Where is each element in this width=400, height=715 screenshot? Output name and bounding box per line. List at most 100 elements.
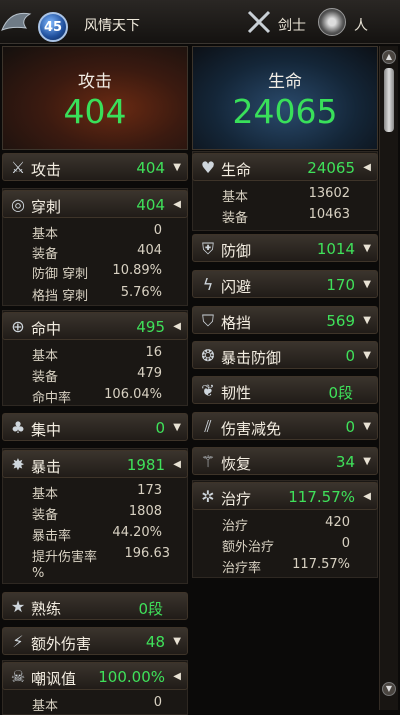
stat-detail-row: 基本 0: [32, 695, 162, 714]
expand-arrow-icon[interactable]: ▼: [363, 315, 371, 326]
stat-row-threat[interactable]: ☠ 嘲讽值 100.00% ◀: [2, 662, 188, 690]
stat-detail-row: 治疗 420: [222, 515, 350, 534]
stat-label: 闪避: [221, 278, 252, 296]
expand-arrow-icon[interactable]: ▼: [363, 350, 371, 361]
pierce-icon: ◎: [11, 195, 25, 214]
stat-label: 恢复: [221, 455, 252, 473]
stat-row-focus[interactable]: ♣ 集中 0 ▼: [2, 413, 188, 441]
stat-label: 治疗: [221, 490, 252, 508]
attack-summary-label: 攻击: [78, 72, 112, 92]
stat-label: 防御: [221, 242, 252, 260]
dodge-icon: ϟ: [202, 275, 214, 294]
stat-row-defense[interactable]: ⛨ 防御 1014 ▼: [192, 234, 378, 262]
recovery-icon: ⚚: [200, 452, 216, 471]
stat-row-block[interactable]: ⛉ 格挡 569 ▼: [192, 306, 378, 334]
stat-row-extra-damage[interactable]: ⚡ 额外伤害 48 ▼: [2, 627, 188, 655]
stat-label: 穿刺: [31, 198, 62, 216]
stat-value: 0段: [138, 600, 163, 618]
stat-row-critical[interactable]: ✸ 暴击 1981 ◀: [2, 450, 188, 478]
expand-arrow-icon[interactable]: ▼: [363, 279, 371, 290]
expand-arrow-icon[interactable]: ▼: [173, 162, 181, 173]
stat-label: 额外伤害: [31, 635, 92, 653]
stat-label: 攻击: [31, 161, 62, 179]
stat-detail-row: 格挡 穿刺 5.76%: [32, 285, 162, 304]
stat-label: 暴击防御: [221, 349, 282, 367]
stat-value: 569: [326, 312, 355, 330]
stat-label: 集中: [31, 421, 62, 439]
stat-value: 1014: [316, 240, 355, 258]
stat-value: 404: [136, 159, 165, 177]
character-header: 45 风情天下 剑士 人: [0, 0, 400, 44]
stat-detail-row: 基本 173: [32, 483, 162, 502]
shield-icon: ⛨: [201, 239, 214, 258]
level-badge: 45: [38, 12, 68, 42]
stat-row-accuracy[interactable]: ⊕ 命中 495 ◀: [2, 312, 188, 340]
lightning-slash-icon: ⚡: [12, 632, 24, 651]
stat-detail-row: 装备 10463: [222, 207, 350, 226]
stat-label: 韧性: [221, 384, 252, 402]
stat-row-tenacity[interactable]: ❦ 韧性 0段: [192, 376, 378, 404]
stat-detail-row: 暴击率 44.20%: [32, 525, 162, 544]
stat-value: 0: [345, 347, 355, 365]
stat-label: 熟练: [31, 600, 62, 618]
stat-value: 404: [136, 196, 165, 214]
healing-icon: ✲: [201, 487, 215, 506]
stat-row-attack[interactable]: ⚔ 攻击 404 ▼: [2, 153, 188, 181]
stat-row-crit-defense[interactable]: ❂ 暴击防御 0 ▼: [192, 341, 378, 369]
stat-detail-row: 基本 13602: [222, 186, 350, 205]
stat-label: 格挡: [221, 314, 252, 332]
stat-detail-row: 基本 0: [32, 223, 162, 242]
stat-value: 48: [145, 633, 165, 651]
stat-value: 170: [326, 276, 355, 294]
stat-row-recovery[interactable]: ⚚ 恢复 34 ▼: [192, 447, 378, 475]
expand-arrow-icon[interactable]: ▼: [363, 421, 371, 432]
crit-defense-icon: ❂: [201, 346, 215, 365]
stat-value: 34: [335, 453, 355, 471]
stat-row-evasion[interactable]: ϟ 闪避 170 ▼: [192, 270, 378, 298]
collapse-arrow-icon[interactable]: ◀: [363, 491, 371, 502]
stats-scrollbar[interactable]: ▲ ▼: [379, 46, 398, 710]
stat-row-healing[interactable]: ✲ 治疗 117.57% ◀: [192, 482, 378, 510]
expand-arrow-icon[interactable]: ▼: [363, 243, 371, 254]
expand-arrow-icon[interactable]: ▼: [173, 422, 181, 433]
stat-label: 伤害减免: [221, 420, 282, 438]
stat-detail-row: %: [32, 566, 45, 581]
crossed-swords-icon: ⚔: [10, 158, 26, 177]
stat-row-pierce[interactable]: ◎ 穿刺 404 ◀: [2, 190, 188, 218]
tenacity-icon: ❦: [201, 381, 215, 400]
collapse-arrow-icon[interactable]: ◀: [173, 459, 181, 470]
stat-value: 24065: [307, 159, 355, 177]
stat-row-life[interactable]: ♥ 生命 24065 ◀: [192, 153, 378, 181]
race-name: 人: [354, 18, 368, 34]
expand-arrow-icon[interactable]: ▼: [173, 636, 181, 647]
block-shield-icon: ⛉: [201, 311, 214, 330]
heart-icon: ♥: [200, 158, 216, 177]
collapse-arrow-icon[interactable]: ◀: [173, 671, 181, 682]
stat-row-mastery[interactable]: ★ 熟练 0段: [2, 592, 188, 620]
scroll-down-button[interactable]: ▼: [382, 682, 396, 696]
stat-label: 命中: [31, 320, 62, 338]
crosshair-icon: ⊕: [11, 317, 25, 336]
collapse-arrow-icon[interactable]: ◀: [363, 162, 371, 173]
stat-detail-row: 装备 479: [32, 366, 162, 385]
scroll-thumb[interactable]: [384, 68, 394, 132]
stat-value: 0段: [328, 384, 353, 402]
burst-icon: ✸: [11, 455, 25, 474]
stat-row-damage-reduction[interactable]: ⫽ 伤害减免 0 ▼: [192, 412, 378, 440]
stat-value: 0: [345, 418, 355, 436]
skull-icon: ☠: [10, 667, 26, 686]
stat-detail-row: 命中率 106.04%: [32, 387, 162, 406]
dragon-ornament-icon: [1, 12, 32, 31]
life-summary-panel: 生命 24065: [192, 46, 378, 150]
stat-detail-row: 治疗率 117.57%: [222, 557, 350, 576]
swordsman-class-icon: [247, 10, 271, 34]
stat-label: 嘲讽值: [31, 670, 77, 688]
scroll-up-button[interactable]: ▲: [382, 50, 396, 64]
player-name: 风情天下: [84, 18, 140, 34]
collapse-arrow-icon[interactable]: ◀: [173, 199, 181, 210]
collapse-arrow-icon[interactable]: ◀: [173, 321, 181, 332]
life-summary-value: 24065: [232, 92, 338, 131]
mastery-icon: ★: [10, 597, 26, 616]
expand-arrow-icon[interactable]: ▼: [363, 456, 371, 467]
attack-summary-value: 404: [63, 92, 127, 131]
